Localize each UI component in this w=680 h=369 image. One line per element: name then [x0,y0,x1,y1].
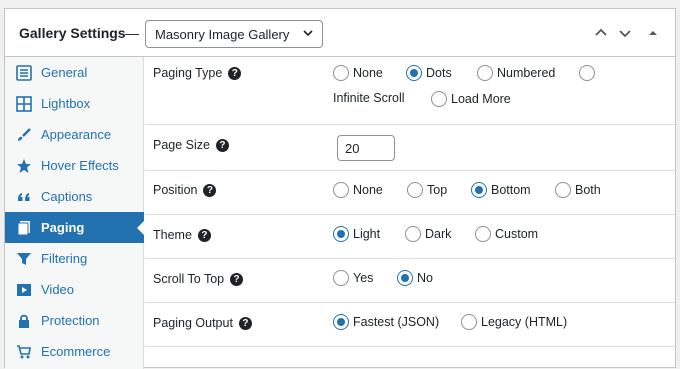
theme-dark-radio[interactable]: Dark [405,226,451,242]
sidebar-item-hover-effects[interactable]: Hover Effects [5,150,144,181]
gallery-settings-panel: Gallery Settings — Masonry Image Gallery… [4,8,677,369]
chevron-down-icon [619,30,631,38]
infinite-scroll-label[interactable]: Infinite Scroll [333,91,405,105]
paging-type-infinite-scroll-radio[interactable] [579,65,599,81]
collapse-toggle-button[interactable] [643,23,663,43]
gallery-type-select[interactable]: Masonry Image Gallery [145,20,323,48]
chevron-down-icon [302,27,314,42]
radio-button[interactable] [555,182,571,198]
radio-button[interactable] [477,65,493,81]
page-size-label: Page Size ? [153,138,229,152]
sliders-icon [15,64,33,82]
help-icon[interactable]: ? [238,316,252,330]
grid-icon [15,95,33,113]
radio-button-selected[interactable] [333,314,349,330]
help-icon[interactable]: ? [230,272,244,286]
sidebar-item-label: Protection [41,313,100,328]
settings-sidebar: General Lightbox Appearance Hover Effect… [5,57,145,369]
page-size-input[interactable]: 20 [337,135,395,161]
radio-button[interactable] [407,182,423,198]
sidebar-item-captions[interactable]: Captions [5,181,144,212]
sidebar-item-label: Hover Effects [41,158,119,173]
sidebar-item-label: Appearance [41,127,112,142]
radio-button-selected[interactable] [471,182,487,198]
help-icon[interactable]: ? [197,228,211,242]
sidebar-item-paging[interactable]: Paging [5,212,145,243]
sidebar-item-filtering[interactable]: Filtering [5,243,144,274]
radio-button[interactable] [333,182,349,198]
pages-icon [15,219,33,237]
paging-type-none-radio[interactable]: None [333,65,383,81]
setting-row-position: Position ? None Top Bottom Both [145,171,677,215]
scroll-to-top-yes-radio[interactable]: Yes [333,270,373,286]
video-icon [15,281,33,299]
radio-button-selected[interactable] [333,226,349,242]
sidebar-item-protection[interactable]: Protection [5,305,144,336]
sidebar-item-label: Paging [41,220,85,235]
help-icon[interactable]: ? [215,138,229,152]
help-icon[interactable]: ? [203,183,217,197]
sidebar-item-general[interactable]: General [5,57,144,88]
move-up-button[interactable] [591,23,611,43]
paging-output-label: Paging Output ? [153,316,252,330]
filter-icon [15,250,33,268]
sidebar-item-label: Lightbox [41,96,91,111]
radio-button[interactable] [333,65,349,81]
paging-type-label: Paging Type ? [153,66,242,80]
setting-row-scroll-to-top: Scroll To Top ? Yes No [145,259,677,303]
sidebar-item-label: Video [41,282,75,297]
quote-icon [15,188,33,206]
radio-button[interactable] [461,314,477,330]
radio-button[interactable] [431,91,447,107]
position-both-radio[interactable]: Both [555,182,601,198]
setting-row-page-size: Page Size ? 20 [145,125,677,171]
paging-type-load-more-radio[interactable]: Load More [431,91,511,107]
position-top-radio[interactable]: Top [407,182,447,198]
sidebar-item-lightbox[interactable]: Lightbox [5,88,144,119]
theme-label: Theme ? [153,228,211,242]
radio-button[interactable] [579,65,595,81]
lock-icon [15,312,33,330]
setting-row-paging-output: Paging Output ? Fastest (JSON) Legacy (H… [145,303,677,347]
position-label: Position ? [153,183,217,197]
setting-row-next [145,347,677,369]
radio-button[interactable] [405,226,421,242]
radio-button-selected[interactable] [397,270,413,286]
paging-output-fastest-radio[interactable]: Fastest (JSON) [333,314,439,330]
sidebar-item-video[interactable]: Video [5,274,144,305]
sidebar-item-ecommerce[interactable]: Ecommerce [5,336,144,367]
position-none-radio[interactable]: None [333,182,383,198]
theme-custom-radio[interactable]: Custom [475,226,538,242]
gallery-type-value: Masonry Image Gallery [155,27,290,42]
panel-title: Gallery Settings [19,25,126,41]
cart-icon [15,343,33,361]
help-icon[interactable]: ? [228,66,242,80]
brush-icon [15,126,33,144]
setting-row-paging-type: Paging Type ? None Dots Numbered Infinit… [145,57,677,125]
paging-output-legacy-radio[interactable]: Legacy (HTML) [461,314,567,330]
sidebar-item-appearance[interactable]: Appearance [5,119,144,150]
sidebar-item-label: General [41,65,88,80]
panel-header: Gallery Settings — Masonry Image Gallery [5,9,675,57]
radio-button[interactable] [333,270,349,286]
radio-button[interactable] [475,226,491,242]
position-bottom-radio[interactable]: Bottom [471,182,531,198]
scroll-to-top-label: Scroll To Top ? [153,272,244,286]
sidebar-item-label: Filtering [41,251,88,266]
title-separator: — [125,25,139,41]
scroll-to-top-no-radio[interactable]: No [397,270,433,286]
paging-type-dots-radio[interactable]: Dots [406,65,452,81]
radio-button-selected[interactable] [406,65,422,81]
move-down-button[interactable] [615,23,635,43]
sidebar-item-label: Ecommerce [41,344,111,359]
theme-light-radio[interactable]: Light [333,226,380,242]
setting-row-theme: Theme ? Light Dark Custom [145,215,677,259]
triangle-up-icon [649,31,657,35]
paging-type-numbered-radio[interactable]: Numbered [477,65,555,81]
chevron-up-icon [595,28,607,36]
star-icon [15,157,33,175]
sidebar-item-label: Captions [41,189,93,204]
